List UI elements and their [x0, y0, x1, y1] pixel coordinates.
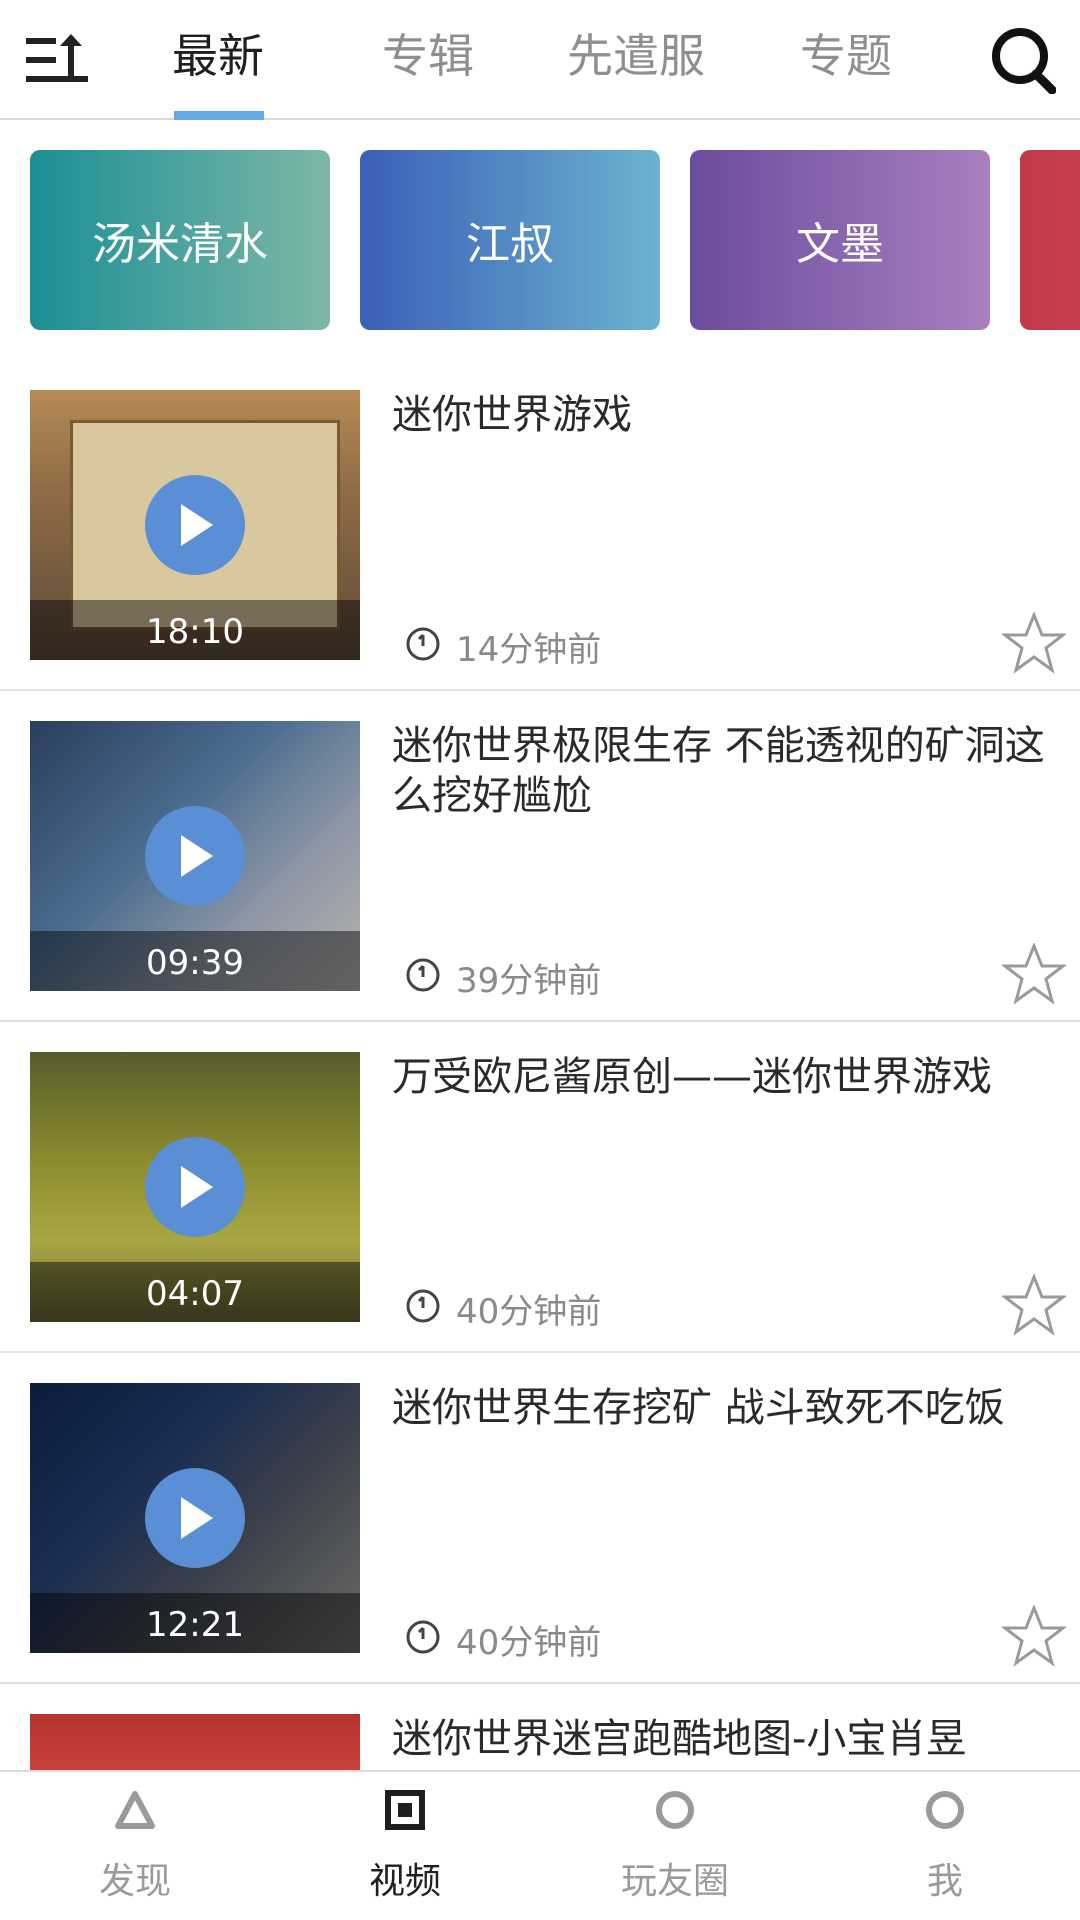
- video-thumbnail[interactable]: 18:10: [30, 390, 360, 660]
- video-thumbnail[interactable]: 04:07: [30, 1052, 360, 1322]
- nav-label: 玩友圈: [620, 1861, 729, 1902]
- top-bar: 最新 专辑 先遣服 专题: [0, 0, 1080, 120]
- list-item[interactable]: 04:07 万受欧尼酱原创——迷你世界游戏 40分钟前: [0, 1022, 1080, 1353]
- video-thumbnail[interactable]: 12:21: [30, 1383, 360, 1653]
- video-duration: 04:07: [146, 1274, 244, 1314]
- favorite-star-icon[interactable]: [1002, 1605, 1066, 1667]
- list-item[interactable]: 09:39 迷你世界极限生存 不能透视的矿洞这么挖好尴尬 39分钟前: [0, 691, 1080, 1022]
- category-strip: 汤米清水 江叔 文墨: [0, 150, 1080, 330]
- triangle-icon: [115, 1791, 155, 1829]
- clock-icon: [406, 627, 440, 661]
- posted-time: 40分钟前: [456, 1292, 602, 1332]
- category-label: 文墨: [796, 219, 884, 270]
- nav-discover[interactable]: 发现: [0, 1772, 270, 1920]
- video-title[interactable]: 迷你世界游戏: [392, 390, 1052, 440]
- posted-time: 39分钟前: [456, 961, 602, 1001]
- play-icon[interactable]: [145, 806, 245, 906]
- circle-icon: [656, 1791, 694, 1829]
- tab-latest[interactable]: 最新: [172, 26, 264, 86]
- category-card[interactable]: 汤米清水: [30, 150, 330, 330]
- clock-icon: [406, 958, 440, 992]
- posted-time: 40分钟前: [456, 1623, 602, 1663]
- posted-time: 14分钟前: [456, 630, 602, 670]
- nav-label: 发现: [98, 1861, 171, 1902]
- video-title[interactable]: 迷你世界极限生存 不能透视的矿洞这么挖好尴尬: [392, 721, 1052, 821]
- category-card[interactable]: 文墨: [690, 150, 990, 330]
- category-label: 汤米清水: [92, 219, 268, 270]
- nav-me[interactable]: 我: [810, 1772, 1080, 1920]
- video-title[interactable]: 万受欧尼酱原创——迷你世界游戏: [392, 1052, 1052, 1102]
- video-duration: 12:21: [146, 1605, 244, 1645]
- list-item[interactable]: 12:21 迷你世界生存挖矿 战斗致死不吃饭 40分钟前: [0, 1353, 1080, 1684]
- category-card[interactable]: 江叔: [360, 150, 660, 330]
- favorite-star-icon[interactable]: [1002, 612, 1066, 674]
- favorite-star-icon[interactable]: [1002, 1274, 1066, 1336]
- nav-friends-circle[interactable]: 玩友圈: [540, 1772, 810, 1920]
- circle-icon: [926, 1791, 964, 1829]
- clock-icon: [406, 1289, 440, 1323]
- play-icon[interactable]: [145, 475, 245, 575]
- tab-preview-server[interactable]: 先遣服: [567, 26, 705, 86]
- bottom-nav: 发现 视频 玩友圈 我: [0, 1770, 1080, 1920]
- video-title[interactable]: 迷你世界迷宫跑酷地图-小宝肖昱: [392, 1714, 1052, 1764]
- nav-video[interactable]: 视频: [270, 1772, 540, 1920]
- play-icon[interactable]: [145, 1468, 245, 1568]
- tab-albums[interactable]: 专辑: [382, 26, 474, 86]
- video-thumbnail[interactable]: 09:39: [30, 721, 360, 991]
- category-label: 江叔: [466, 219, 554, 270]
- category-card[interactable]: [1020, 150, 1080, 330]
- video-duration: 09:39: [146, 943, 244, 983]
- tab-topics[interactable]: 专题: [800, 26, 892, 86]
- nav-label: 视频: [368, 1861, 441, 1902]
- search-icon[interactable]: [990, 26, 1056, 94]
- list-item[interactable]: 18:10 迷你世界游戏 14分钟前: [0, 360, 1080, 691]
- clock-icon: [406, 1620, 440, 1654]
- video-title[interactable]: 迷你世界生存挖矿 战斗致死不吃饭: [392, 1383, 1052, 1433]
- favorite-star-icon[interactable]: [1002, 943, 1066, 1005]
- video-duration: 18:10: [146, 612, 244, 652]
- nav-label: 我: [926, 1861, 963, 1902]
- square-icon: [385, 1790, 425, 1830]
- active-tab-indicator: [174, 111, 264, 120]
- menu-sort-icon[interactable]: [24, 32, 90, 88]
- play-icon[interactable]: [145, 1137, 245, 1237]
